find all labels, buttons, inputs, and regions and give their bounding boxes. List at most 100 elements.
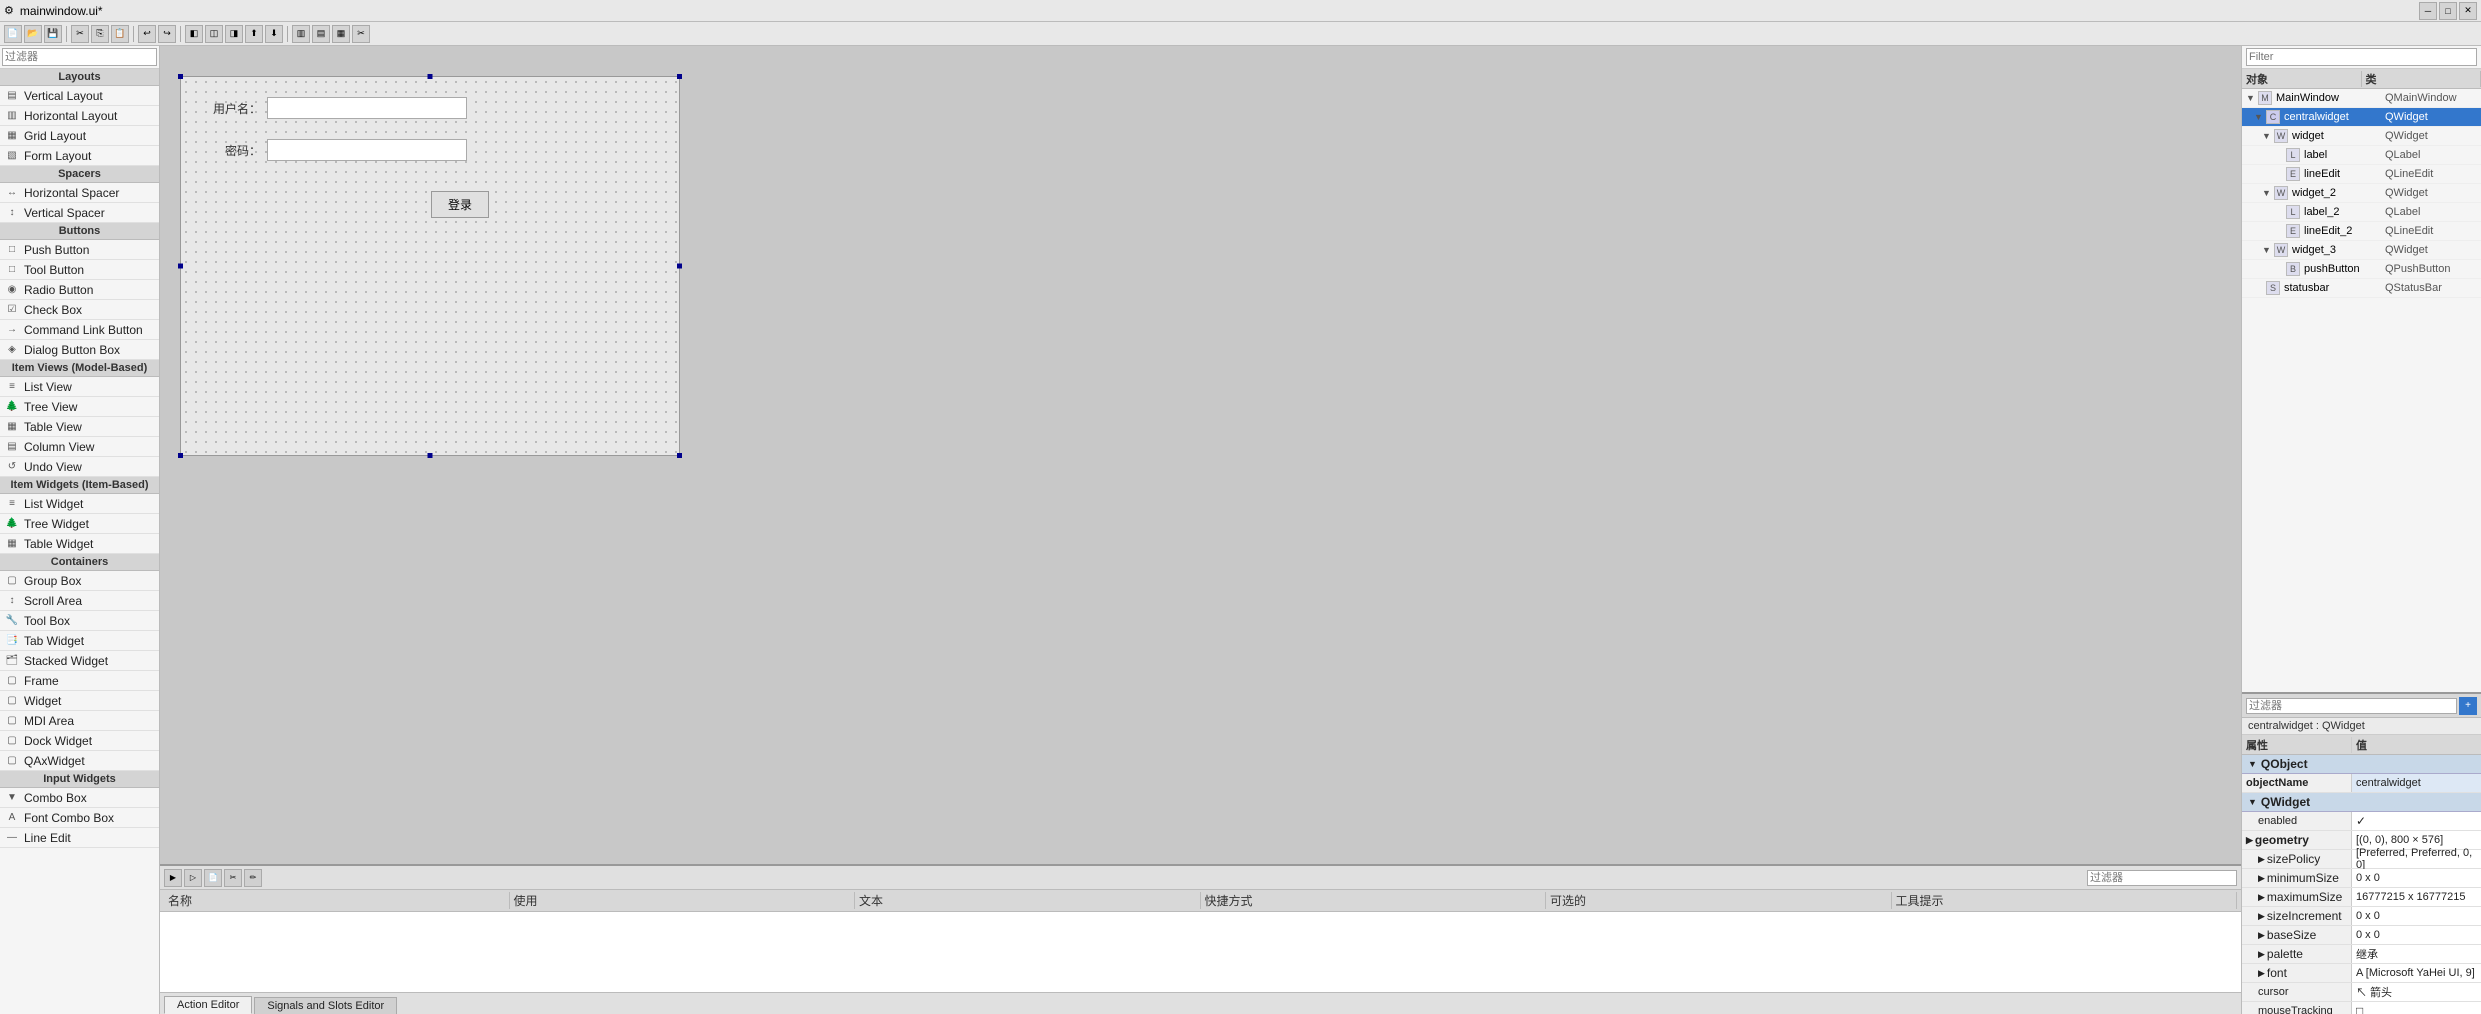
- bottom-btn-4[interactable]: ✂: [224, 869, 242, 887]
- widget-item-combo-box[interactable]: ▼ Combo Box: [0, 788, 159, 808]
- canvas-design[interactable]: 用户名： 密码： 登录: [160, 46, 2241, 864]
- prop-value-sizeincrement[interactable]: 0 x 0: [2352, 907, 2481, 925]
- align-top-button[interactable]: ⬆: [245, 25, 263, 43]
- widget-item-font-combo-box[interactable]: A Font Combo Box: [0, 808, 159, 828]
- prop-value-sizepolicy[interactable]: [Preferred, Preferred, 0, 0]: [2352, 850, 2481, 868]
- widget-item-column-view[interactable]: ▤ Column View: [0, 437, 159, 457]
- widget-item-frame[interactable]: ▢ Frame: [0, 671, 159, 691]
- widget-item-push-button[interactable]: □ Push Button: [0, 240, 159, 260]
- widget-item-table-widget[interactable]: ▦ Table Widget: [0, 534, 159, 554]
- widget-item-v-spacer[interactable]: ↕ Vertical Spacer: [0, 203, 159, 223]
- bottom-btn-3[interactable]: 📄: [204, 869, 222, 887]
- tree-row-mainwindow[interactable]: ▼ M MainWindow QMainWindow: [2242, 89, 2481, 108]
- prop-value-font[interactable]: A [Microsoft YaHei UI, 9]: [2352, 964, 2481, 982]
- new-button[interactable]: 📄: [4, 25, 22, 43]
- prop-row-sizepolicy[interactable]: ▶ sizePolicy [Preferred, Preferred, 0, 0…: [2242, 850, 2481, 869]
- widget-item-tool-button[interactable]: □ Tool Button: [0, 260, 159, 280]
- widget-item-tool-box[interactable]: 🔧 Tool Box: [0, 611, 159, 631]
- tree-row-widget[interactable]: ▼ W widget QWidget: [2242, 127, 2481, 146]
- tree-row-lineedit2[interactable]: E lineEdit_2 QLineEdit: [2242, 222, 2481, 241]
- widget-item-line-edit[interactable]: — Line Edit: [0, 828, 159, 848]
- widget-item-list-view[interactable]: ≡ List View: [0, 377, 159, 397]
- prop-value-basesize[interactable]: 0 x 0: [2352, 926, 2481, 944]
- bottom-btn-5[interactable]: ✏: [244, 869, 262, 887]
- prop-value-objectname[interactable]: centralwidget: [2352, 774, 2481, 792]
- undo-button[interactable]: ↩: [138, 25, 156, 43]
- align-left-button[interactable]: ◧: [185, 25, 203, 43]
- layout-grid-button[interactable]: ▦: [332, 25, 350, 43]
- widget-item-list-widget[interactable]: ≡ List Widget: [0, 494, 159, 514]
- username-input[interactable]: [267, 97, 467, 119]
- tree-row-statusbar[interactable]: S statusbar QStatusBar: [2242, 279, 2481, 298]
- tree-row-label2[interactable]: L label_2 QLabel: [2242, 203, 2481, 222]
- align-bottom-button[interactable]: ⬇: [265, 25, 283, 43]
- layout-h-button[interactable]: ▥: [292, 25, 310, 43]
- prop-row-palette[interactable]: ▶ palette 继承: [2242, 945, 2481, 964]
- prop-row-font[interactable]: ▶ font A [Microsoft YaHei UI, 9]: [2242, 964, 2481, 983]
- widget-item-dialog-btn-box[interactable]: ◈ Dialog Button Box: [0, 340, 159, 360]
- break-layout-button[interactable]: ✂: [352, 25, 370, 43]
- bottom-btn-1[interactable]: ▶: [164, 869, 182, 887]
- widget-item-command-link[interactable]: → Command Link Button: [0, 320, 159, 340]
- handle-mid-left[interactable]: [178, 264, 183, 269]
- tree-row-widget2[interactable]: ▼ W widget_2 QWidget: [2242, 184, 2481, 203]
- save-button[interactable]: 💾: [44, 25, 62, 43]
- widget-item-dock-widget[interactable]: ▢ Dock Widget: [0, 731, 159, 751]
- bottom-filter-input[interactable]: [2087, 870, 2237, 886]
- widget-item-vertical-layout[interactable]: ▤ Vertical Layout: [0, 86, 159, 106]
- props-filter-input[interactable]: [2246, 698, 2457, 714]
- cut-button[interactable]: ✂: [71, 25, 89, 43]
- widget-item-mdi-area[interactable]: ▢ MDI Area: [0, 711, 159, 731]
- widget-box-search-input[interactable]: [2, 48, 157, 66]
- obj-filter-input[interactable]: [2246, 48, 2477, 66]
- open-button[interactable]: 📂: [24, 25, 42, 43]
- prop-row-cursor[interactable]: cursor ↖ 箭头: [2242, 983, 2481, 1002]
- prop-value-palette[interactable]: 继承: [2352, 945, 2481, 963]
- widget-item-radio-button[interactable]: ◉ Radio Button: [0, 280, 159, 300]
- prop-row-sizeincrement[interactable]: ▶ sizeIncrement 0 x 0: [2242, 907, 2481, 926]
- widget-item-form-layout[interactable]: ▧ Form Layout: [0, 146, 159, 166]
- widget-item-h-spacer[interactable]: ↔ Horizontal Spacer: [0, 183, 159, 203]
- widget-item-grid-layout[interactable]: ▦ Grid Layout: [0, 126, 159, 146]
- layout-v-button[interactable]: ▤: [312, 25, 330, 43]
- handle-bottom-center[interactable]: [428, 453, 433, 458]
- widget-item-widget[interactable]: ▢ Widget: [0, 691, 159, 711]
- handle-bottom-left[interactable]: [178, 453, 183, 458]
- widget-item-undo-view[interactable]: ↺ Undo View: [0, 457, 159, 477]
- prop-value-minsize[interactable]: 0 x 0: [2352, 869, 2481, 887]
- enabled-checkbox[interactable]: ✓: [2356, 814, 2366, 828]
- widget-item-check-box[interactable]: ☑ Check Box: [0, 300, 159, 320]
- minimize-button[interactable]: ─: [2419, 2, 2437, 20]
- bottom-btn-2[interactable]: ▷: [184, 869, 202, 887]
- widget-item-horizontal-layout[interactable]: ▥ Horizontal Layout: [0, 106, 159, 126]
- widget-item-stacked-widget[interactable]: 🗂 Stacked Widget: [0, 651, 159, 671]
- tab-action-editor[interactable]: Action Editor: [164, 996, 252, 1014]
- widget-item-qax-widget[interactable]: ▢ QAxWidget: [0, 751, 159, 771]
- form-canvas[interactable]: 用户名： 密码： 登录: [180, 76, 680, 456]
- prop-value-cursor[interactable]: ↖ 箭头: [2352, 983, 2481, 1001]
- widget-item-group-box[interactable]: ▢ Group Box: [0, 571, 159, 591]
- prop-row-minsize[interactable]: ▶ minimumSize 0 x 0: [2242, 869, 2481, 888]
- login-button[interactable]: 登录: [431, 191, 489, 218]
- copy-button[interactable]: ⎘: [91, 25, 109, 43]
- widget-item-tree-widget[interactable]: 🌲 Tree Widget: [0, 514, 159, 534]
- tree-row-widget3[interactable]: ▼ W widget_3 QWidget: [2242, 241, 2481, 260]
- redo-button[interactable]: ↪: [158, 25, 176, 43]
- widget-item-table-view[interactable]: ▦ Table View: [0, 417, 159, 437]
- password-input[interactable]: [267, 139, 467, 161]
- tree-row-label[interactable]: L label QLabel: [2242, 146, 2481, 165]
- widget-item-tree-view[interactable]: 🌲 Tree View: [0, 397, 159, 417]
- widget-item-tab-widget[interactable]: 📑 Tab Widget: [0, 631, 159, 651]
- prop-row-objectname[interactable]: objectName centralwidget: [2242, 774, 2481, 793]
- tab-signals-slots[interactable]: Signals and Slots Editor: [254, 997, 397, 1014]
- paste-button[interactable]: 📋: [111, 25, 129, 43]
- prop-row-mousetracking[interactable]: mouseTracking □: [2242, 1002, 2481, 1014]
- mousetracking-checkbox[interactable]: □: [2356, 1004, 2363, 1014]
- handle-bottom-right[interactable]: [677, 453, 682, 458]
- align-right-button[interactable]: ◨: [225, 25, 243, 43]
- tree-row-centralwidget[interactable]: ▼ C centralwidget QWidget: [2242, 108, 2481, 127]
- prop-row-basesize[interactable]: ▶ baseSize 0 x 0: [2242, 926, 2481, 945]
- prop-value-maxsize[interactable]: 16777215 x 16777215: [2352, 888, 2481, 906]
- close-button[interactable]: ✕: [2459, 2, 2477, 20]
- widget-item-scroll-area[interactable]: ↕ Scroll Area: [0, 591, 159, 611]
